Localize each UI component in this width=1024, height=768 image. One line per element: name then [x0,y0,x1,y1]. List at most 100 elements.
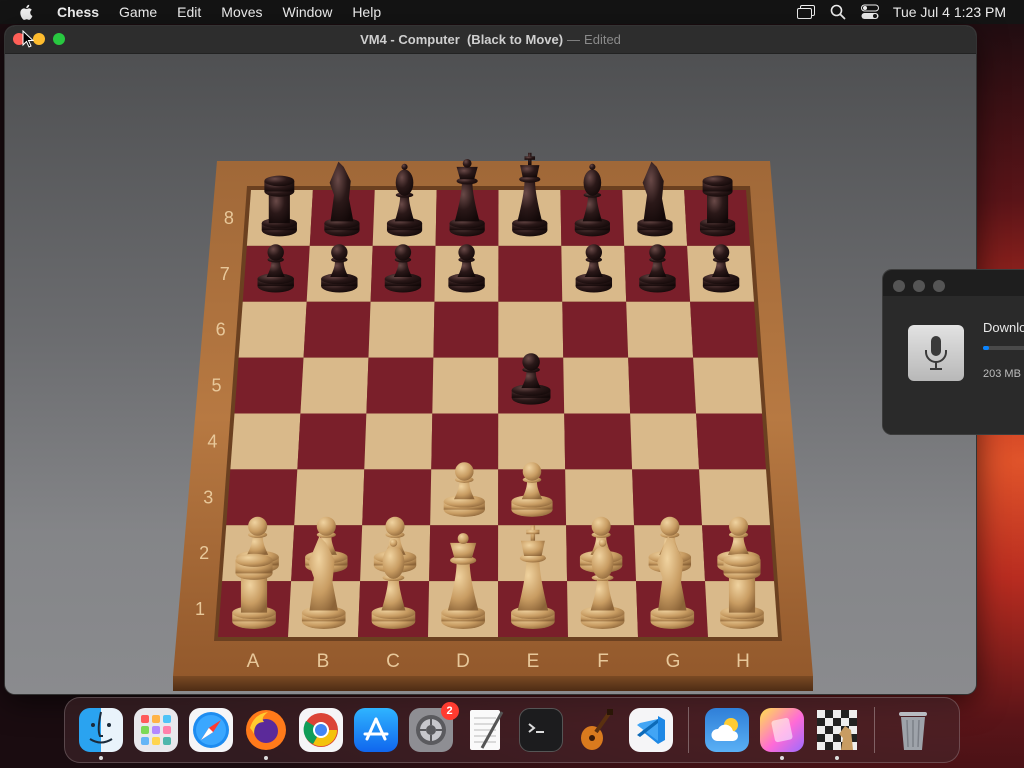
chess-board-viewport[interactable]: 8 7 6 5 4 3 2 1 A B C D E F G H [5,54,976,694]
chess-window: VM4 - Computer (Black to Move) — Edited [5,26,976,694]
app-menu-chess[interactable]: Chess [47,0,109,24]
square-g4[interactable] [630,413,700,470]
dock-finder[interactable] [78,708,123,760]
dock-launchpad[interactable] [133,708,178,752]
square-a6[interactable] [238,301,307,358]
dock-gradient-app[interactable] [759,708,804,760]
square-h3[interactable] [699,469,770,526]
file-label: D [456,651,470,672]
square-a3[interactable] [226,469,298,526]
square-h6[interactable] [690,301,758,358]
menu-bar: Chess Game Edit Moves Window Help Tue Ju… [0,0,1024,24]
textedit-icon [469,710,503,750]
square-e6[interactable] [498,301,564,358]
minimize-window-button[interactable] [33,33,45,45]
dock-system-settings[interactable]: 2 [408,702,459,752]
rank-label: 3 [203,487,213,507]
file-label: E [527,651,540,672]
square-f5[interactable] [563,357,631,414]
board-frame-edge [173,676,813,691]
panel-close-button[interactable] [893,280,905,292]
menu-game[interactable]: Game [109,0,167,24]
square-d4[interactable] [431,413,499,470]
panel-minimize-button[interactable] [913,280,925,292]
rank-label: 6 [216,320,226,340]
download-size: 203 MB [983,368,1021,380]
file-label: B [317,651,330,672]
panel-zoom-button[interactable] [933,280,945,292]
square-h5[interactable] [693,357,762,414]
spotlight-search-icon[interactable] [829,4,847,20]
running-indicator [263,756,268,760]
menu-edit[interactable]: Edit [167,0,211,24]
rank-label: 8 [224,208,234,228]
dock-vscode[interactable] [628,708,673,752]
finder-icon [88,711,113,744]
weather-icon [710,718,738,741]
dock-trash[interactable] [891,708,935,752]
trash-icon [898,712,927,750]
square-e4[interactable] [498,413,566,470]
square-g5[interactable] [628,357,697,414]
square-c3[interactable] [362,469,432,526]
square-g6[interactable] [626,301,694,358]
square-b3[interactable] [294,469,365,526]
square-g3[interactable] [632,469,703,526]
download-title: Downlo [983,320,1024,335]
file-label: C [386,651,400,672]
square-c5[interactable] [366,357,434,414]
dock-separator [874,707,875,753]
download-panel: Downlo 203 MB [882,269,1024,435]
chrome-icon [303,713,338,747]
file-label: F [597,651,609,672]
running-indicator [834,756,839,760]
control-center-icon[interactable] [860,4,879,20]
square-d5[interactable] [432,357,499,414]
running-indicator [98,756,103,760]
rank-label: 4 [207,431,217,451]
edited-status: Edited [584,32,621,47]
menu-moves[interactable]: Moves [211,0,272,24]
square-h4[interactable] [696,413,766,470]
file-label: G [666,651,681,672]
square-b5[interactable] [300,357,369,414]
apple-menu-icon[interactable] [18,3,36,21]
window-titlebar[interactable]: VM4 - Computer (Black to Move) — Edited [5,26,976,54]
mouse-cursor-icon [22,30,34,48]
square-a5[interactable] [234,357,304,414]
square-a4[interactable] [230,413,301,470]
menu-window[interactable]: Window [273,0,343,24]
dock-textedit[interactable] [464,708,508,752]
window-title: VM4 - Computer (Black to Move) [360,32,564,47]
dock-chess[interactable] [815,708,859,760]
chess-icon [816,710,857,750]
dock-safari[interactable] [188,708,233,752]
square-c4[interactable] [364,413,433,470]
dock-firefox[interactable] [244,708,288,760]
dock-weather[interactable] [704,708,749,752]
square-f6[interactable] [562,301,629,358]
zoom-window-button[interactable] [53,33,65,45]
dock-app-store[interactable] [353,708,398,752]
vscode-icon [636,716,665,744]
square-c6[interactable] [368,301,435,358]
menu-help[interactable]: Help [342,0,391,24]
chess-board[interactable]: 8 7 6 5 4 3 2 1 A B C D E F G H [5,54,976,694]
dock-garageband[interactable] [574,708,618,752]
safari-icon [192,712,229,748]
launchpad-icon [140,715,171,745]
square-b4[interactable] [297,413,367,470]
square-f4[interactable] [564,413,633,470]
square-e7[interactable] [498,245,563,302]
screen-mirroring-icon[interactable] [796,4,815,20]
dock-chrome[interactable] [298,708,343,752]
dock-terminal[interactable] [518,708,563,752]
file-label: A [247,651,260,672]
gradient-app-icon [770,717,793,743]
square-d6[interactable] [433,301,499,358]
menu-bar-clock[interactable]: Tue Jul 4 1:23 PM [893,4,1006,20]
garageband-icon [580,709,613,750]
download-progress-bar [983,346,1024,350]
terminal-icon [527,723,544,733]
square-b6[interactable] [303,301,371,358]
